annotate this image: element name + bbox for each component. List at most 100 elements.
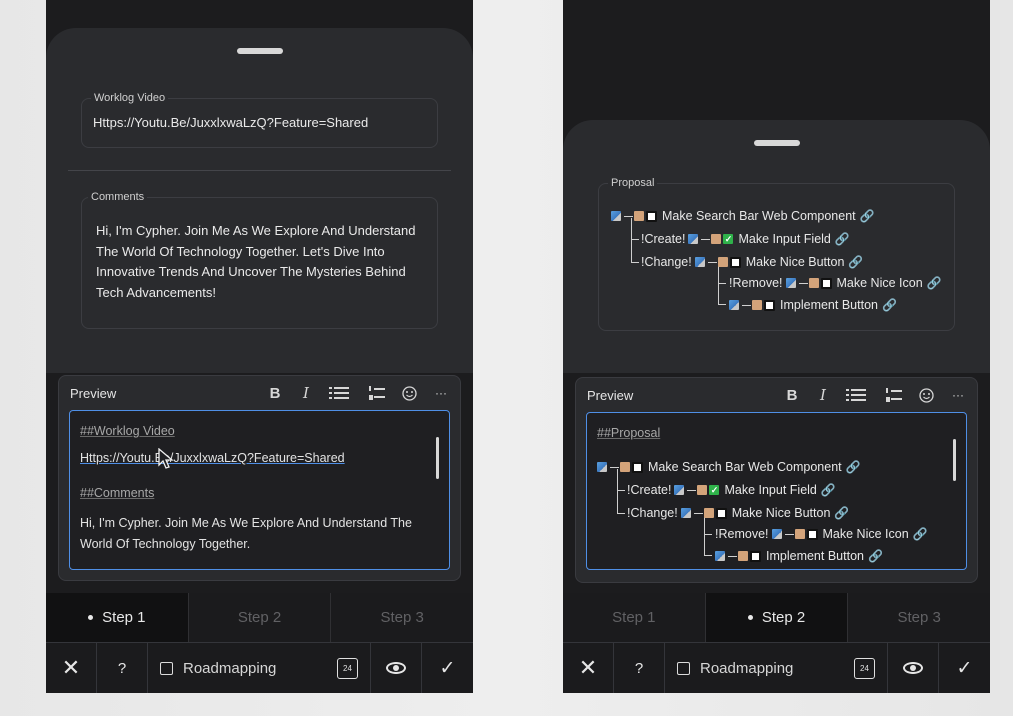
roadmapping-label: Roadmapping xyxy=(700,659,794,677)
folder-icon xyxy=(738,551,748,561)
italic-icon[interactable]: I xyxy=(296,383,316,403)
help-button[interactable]: ? xyxy=(614,643,665,693)
confirm-button[interactable]: ✓ xyxy=(422,643,473,693)
bullet-list-icon[interactable] xyxy=(846,385,866,405)
tree-change-item: Make Nice Button xyxy=(731,506,831,520)
emoji-icon[interactable] xyxy=(916,385,936,405)
roadmapping-toggle[interactable]: Roadmapping 24 xyxy=(665,643,888,693)
close-icon: ✕ xyxy=(61,655,81,680)
more-icon[interactable]: ··· xyxy=(431,383,451,403)
numbered-list-icon[interactable] xyxy=(884,385,904,405)
link-icon[interactable]: 🔗 xyxy=(860,209,875,223)
step-2-tab[interactable]: Step 2 xyxy=(705,593,849,642)
bold-icon[interactable]: B xyxy=(265,383,285,403)
tree-remove-item: Make Nice Icon xyxy=(836,276,923,290)
bottom-bar: ✕ ? Roadmapping 24 ✓ xyxy=(46,642,473,693)
unchecked-icon xyxy=(646,210,657,222)
comments-label: Comments xyxy=(88,191,148,203)
scrollbar[interactable] xyxy=(436,437,439,479)
help-icon: ? xyxy=(117,659,127,677)
unchecked-icon xyxy=(715,507,727,519)
pin-icon xyxy=(611,211,621,221)
link-icon[interactable]: 🔗 xyxy=(846,460,861,474)
scrollbar[interactable] xyxy=(953,439,956,481)
stepper: Step 1 Step 2 Step 3 xyxy=(563,593,990,642)
right-screen: Proposal Make Search Bar Web Component 🔗 … xyxy=(563,0,990,693)
drag-handle[interactable] xyxy=(236,48,283,54)
drag-handle[interactable] xyxy=(753,140,800,146)
folder-icon xyxy=(808,278,819,288)
step-3-label: Step 3 xyxy=(897,609,941,626)
close-button[interactable]: ✕ xyxy=(46,643,97,693)
link-icon[interactable]: 🔗 xyxy=(868,549,883,563)
preview-label: Preview xyxy=(587,388,634,403)
checked-icon: ✓ xyxy=(709,485,720,495)
numbered-list-icon[interactable] xyxy=(367,383,387,403)
change-label: !Change! xyxy=(627,506,678,520)
bold-icon[interactable]: B xyxy=(782,385,802,405)
markdown-editor: Preview B I ··· ##Worklog Video Https://… xyxy=(58,375,461,581)
step-1-tab[interactable]: Step 1 xyxy=(563,593,706,642)
unchecked-icon xyxy=(632,461,643,473)
tree-remove-item: Make Nice Icon xyxy=(822,527,909,541)
emoji-icon[interactable] xyxy=(399,383,419,403)
remove-label: !Remove! xyxy=(715,527,769,541)
step-2-tab[interactable]: Step 2 xyxy=(189,593,332,642)
calendar-icon[interactable]: 24 xyxy=(854,658,875,679)
editor-textarea[interactable]: ##Worklog Video Https://Youtu.Be/Juxxlxw… xyxy=(69,410,450,570)
roadmapping-toggle[interactable]: Roadmapping 24 xyxy=(148,643,371,693)
tree-implement-item: Implement Button xyxy=(766,549,864,563)
preview-button[interactable] xyxy=(371,643,422,693)
left-screen: Worklog Video Https://Youtu.Be/JuxxlxwaL… xyxy=(46,0,473,693)
pin-icon xyxy=(680,508,691,518)
md-heading-worklog: ##Worklog Video xyxy=(80,424,175,438)
link-icon[interactable]: 🔗 xyxy=(835,232,850,246)
md-link[interactable]: Https://Youtu.Be/JuxxlxwaLzQ?Feature=Sha… xyxy=(80,451,345,465)
help-icon: ? xyxy=(634,659,644,677)
calendar-icon[interactable]: 24 xyxy=(337,658,358,679)
remove-label: !Remove! xyxy=(729,276,783,290)
folder-icon xyxy=(620,462,630,472)
confirm-button[interactable]: ✓ xyxy=(939,643,990,693)
change-label: !Change! xyxy=(641,255,692,269)
link-icon[interactable]: 🔗 xyxy=(913,527,928,541)
tree-create-item: Make Input Field xyxy=(724,483,817,497)
link-icon[interactable]: 🔗 xyxy=(927,276,942,290)
roadmapping-checkbox[interactable] xyxy=(160,661,173,675)
link-icon[interactable]: 🔗 xyxy=(882,298,897,312)
bullet-list-icon[interactable] xyxy=(329,383,349,403)
roadmapping-label: Roadmapping xyxy=(183,659,277,677)
step-1-label: Step 1 xyxy=(612,609,656,626)
pin-icon xyxy=(688,234,699,244)
tree-implement-item: Implement Button xyxy=(780,298,878,312)
active-step-dot xyxy=(747,615,753,620)
link-icon[interactable]: 🔗 xyxy=(821,483,836,497)
tree-root: Make Search Bar Web Component xyxy=(648,460,842,474)
step-3-tab[interactable]: Step 3 xyxy=(848,593,990,642)
close-button[interactable]: ✕ xyxy=(563,643,614,693)
step-1-label: Step 1 xyxy=(102,609,146,626)
step-3-tab[interactable]: Step 3 xyxy=(331,593,473,642)
help-button[interactable]: ? xyxy=(97,643,148,693)
cursor-icon xyxy=(158,448,174,469)
roadmapping-checkbox[interactable] xyxy=(677,661,690,675)
bottom-bar: ✕ ? Roadmapping 24 ✓ xyxy=(563,642,990,693)
italic-icon[interactable]: I xyxy=(813,385,833,405)
pin-icon xyxy=(694,257,705,267)
md-comments-text: Hi, I'm Cypher. Join Me As We Explore An… xyxy=(80,516,412,551)
preview-label: Preview xyxy=(70,386,117,401)
markdown-editor: Preview B I ··· ##Proposal Make Search B… xyxy=(575,377,978,583)
folder-icon xyxy=(711,234,722,244)
step-1-tab[interactable]: Step 1 xyxy=(46,593,189,642)
unchecked-icon xyxy=(820,277,832,289)
more-icon[interactable]: ··· xyxy=(948,385,968,405)
link-icon[interactable]: 🔗 xyxy=(834,506,849,520)
link-icon[interactable]: 🔗 xyxy=(848,255,863,269)
editor-textarea[interactable]: ##Proposal Make Search Bar Web Component… xyxy=(586,412,967,570)
eye-icon xyxy=(903,662,923,674)
comments-value: Hi, I'm Cypher. Join Me As We Explore An… xyxy=(96,223,416,300)
unchecked-icon xyxy=(806,528,818,540)
preview-button[interactable] xyxy=(888,643,939,693)
pin-icon xyxy=(674,485,685,495)
worklog-video-value: Https://Youtu.Be/JuxxlxwaLzQ?Feature=Sha… xyxy=(93,115,369,130)
